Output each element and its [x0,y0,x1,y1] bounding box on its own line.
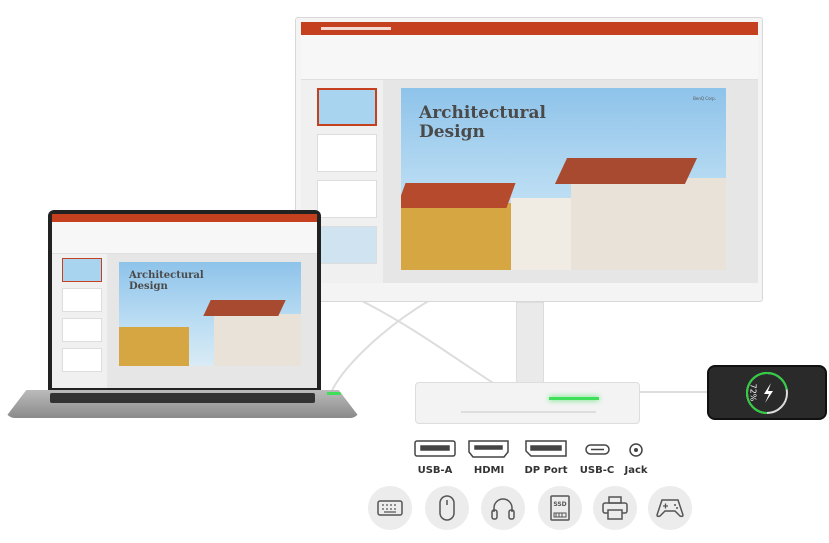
monitor-base [415,382,640,424]
slide-canvas: Architectural Design BenQ Corp. [383,80,758,283]
laptop-slide-title-line2: Design [129,281,168,292]
laptop-base [5,390,360,418]
slide-title-line2: Design [419,121,485,142]
slide-title-line1: Architectural [419,103,546,123]
keyboard-icon [368,486,412,530]
company-label: BenQ Corp. [693,96,716,101]
ssd-icon: SSD [538,486,582,530]
monitor: Architectural Design BenQ Corp. [295,17,763,384]
title-bar [301,22,758,35]
monitor-screen: Architectural Design BenQ Corp. [301,22,758,283]
laptop-led [327,392,341,395]
phone: 72% [707,365,827,420]
keyboard [50,393,315,403]
laptop-slide-title-line1: Architectural [129,270,204,281]
printer-icon [593,486,637,530]
headphones-icon [481,486,525,530]
gamepad-icon [648,486,692,530]
laptop: Architectural Design [48,210,321,392]
port-label-usb-a: USB-A [417,465,453,476]
ssd-label: SSD [553,501,566,508]
laptop-screen: Architectural Design [52,214,317,388]
slide[interactable]: Architectural Design BenQ Corp. [401,88,726,270]
battery-percent: 72% [748,383,758,402]
port-label-hdmi: HDMI [473,465,505,476]
ribbon [301,35,758,80]
lightning-icon [764,383,773,403]
led-strip [549,397,599,400]
mouse-icon [425,486,469,530]
port-label-jack: Jack [624,465,648,476]
monitor-stand-neck [516,302,544,384]
